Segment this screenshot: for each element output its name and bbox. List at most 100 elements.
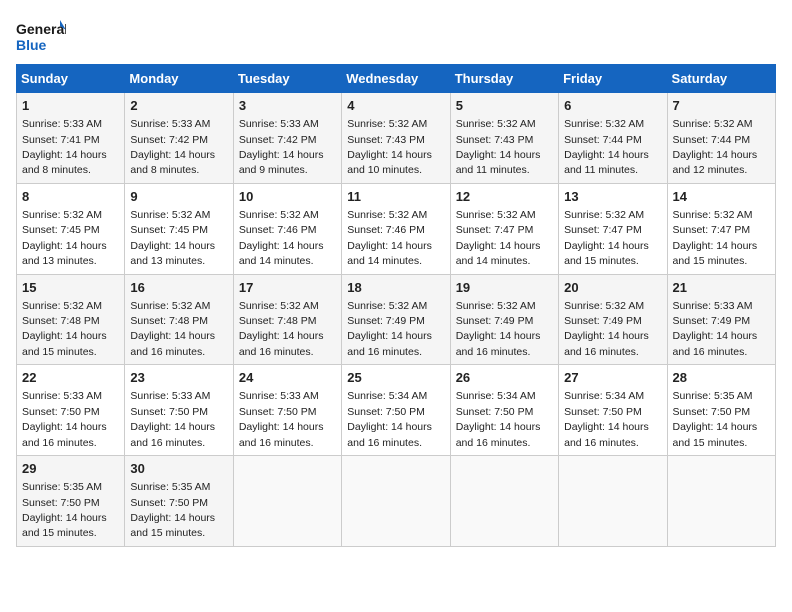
day-sunset: Sunset: 7:50 PM	[130, 406, 208, 418]
day-sunset: Sunset: 7:46 PM	[239, 224, 317, 236]
day-sunset: Sunset: 7:45 PM	[22, 224, 100, 236]
day-sunrise: Sunrise: 5:32 AM	[130, 300, 210, 312]
logo-svg: General Blue	[16, 16, 66, 58]
day-sunrise: Sunrise: 5:35 AM	[130, 481, 210, 493]
svg-text:General: General	[16, 21, 66, 37]
day-number: 26	[456, 369, 553, 387]
calendar-cell: 17 Sunrise: 5:32 AM Sunset: 7:48 PM Dayl…	[233, 274, 341, 365]
header-monday: Monday	[125, 65, 233, 93]
day-sunrise: Sunrise: 5:33 AM	[239, 390, 319, 402]
calendar-cell: 3 Sunrise: 5:33 AM Sunset: 7:42 PM Dayli…	[233, 93, 341, 184]
calendar-cell: 6 Sunrise: 5:32 AM Sunset: 7:44 PM Dayli…	[559, 93, 667, 184]
day-daylight: Daylight: 14 hours and 15 minutes.	[564, 240, 649, 267]
calendar-cell: 5 Sunrise: 5:32 AM Sunset: 7:43 PM Dayli…	[450, 93, 558, 184]
day-daylight: Daylight: 14 hours and 16 minutes.	[347, 330, 432, 357]
day-daylight: Daylight: 14 hours and 8 minutes.	[22, 149, 107, 176]
day-number: 22	[22, 369, 119, 387]
day-number: 6	[564, 97, 661, 115]
day-number: 8	[22, 188, 119, 206]
day-number: 15	[22, 279, 119, 297]
day-sunset: Sunset: 7:42 PM	[239, 134, 317, 146]
calendar-table: SundayMondayTuesdayWednesdayThursdayFrid…	[16, 64, 776, 547]
day-sunrise: Sunrise: 5:32 AM	[673, 118, 753, 130]
day-sunset: Sunset: 7:49 PM	[456, 315, 534, 327]
day-sunset: Sunset: 7:49 PM	[673, 315, 751, 327]
calendar-cell: 1 Sunrise: 5:33 AM Sunset: 7:41 PM Dayli…	[17, 93, 125, 184]
day-number: 21	[673, 279, 770, 297]
day-sunrise: Sunrise: 5:33 AM	[22, 118, 102, 130]
day-sunset: Sunset: 7:49 PM	[564, 315, 642, 327]
day-sunrise: Sunrise: 5:33 AM	[673, 300, 753, 312]
day-number: 29	[22, 460, 119, 478]
day-number: 13	[564, 188, 661, 206]
day-daylight: Daylight: 14 hours and 15 minutes.	[22, 330, 107, 357]
day-number: 27	[564, 369, 661, 387]
calendar-cell: 25 Sunrise: 5:34 AM Sunset: 7:50 PM Dayl…	[342, 365, 450, 456]
day-sunset: Sunset: 7:49 PM	[347, 315, 425, 327]
day-number: 11	[347, 188, 444, 206]
day-number: 30	[130, 460, 227, 478]
day-daylight: Daylight: 14 hours and 16 minutes.	[239, 330, 324, 357]
day-sunrise: Sunrise: 5:35 AM	[673, 390, 753, 402]
calendar-cell: 11 Sunrise: 5:32 AM Sunset: 7:46 PM Dayl…	[342, 183, 450, 274]
day-daylight: Daylight: 14 hours and 15 minutes.	[130, 512, 215, 539]
day-sunrise: Sunrise: 5:32 AM	[673, 209, 753, 221]
calendar-cell: 2 Sunrise: 5:33 AM Sunset: 7:42 PM Dayli…	[125, 93, 233, 184]
day-number: 4	[347, 97, 444, 115]
header-tuesday: Tuesday	[233, 65, 341, 93]
calendar-cell: 18 Sunrise: 5:32 AM Sunset: 7:49 PM Dayl…	[342, 274, 450, 365]
day-number: 16	[130, 279, 227, 297]
day-daylight: Daylight: 14 hours and 13 minutes.	[22, 240, 107, 267]
calendar-header-row: SundayMondayTuesdayWednesdayThursdayFrid…	[17, 65, 776, 93]
calendar-cell: 12 Sunrise: 5:32 AM Sunset: 7:47 PM Dayl…	[450, 183, 558, 274]
calendar-cell: 10 Sunrise: 5:32 AM Sunset: 7:46 PM Dayl…	[233, 183, 341, 274]
day-daylight: Daylight: 14 hours and 9 minutes.	[239, 149, 324, 176]
day-number: 28	[673, 369, 770, 387]
day-sunset: Sunset: 7:50 PM	[239, 406, 317, 418]
day-sunrise: Sunrise: 5:33 AM	[130, 118, 210, 130]
day-number: 23	[130, 369, 227, 387]
day-sunset: Sunset: 7:50 PM	[347, 406, 425, 418]
day-sunrise: Sunrise: 5:34 AM	[456, 390, 536, 402]
day-sunset: Sunset: 7:44 PM	[673, 134, 751, 146]
header-friday: Friday	[559, 65, 667, 93]
calendar-week-row: 1 Sunrise: 5:33 AM Sunset: 7:41 PM Dayli…	[17, 93, 776, 184]
day-sunrise: Sunrise: 5:35 AM	[22, 481, 102, 493]
day-sunset: Sunset: 7:43 PM	[347, 134, 425, 146]
day-sunrise: Sunrise: 5:32 AM	[456, 209, 536, 221]
calendar-cell: 26 Sunrise: 5:34 AM Sunset: 7:50 PM Dayl…	[450, 365, 558, 456]
day-sunrise: Sunrise: 5:32 AM	[347, 209, 427, 221]
day-sunset: Sunset: 7:50 PM	[130, 497, 208, 509]
calendar-cell: 14 Sunrise: 5:32 AM Sunset: 7:47 PM Dayl…	[667, 183, 775, 274]
calendar-week-row: 22 Sunrise: 5:33 AM Sunset: 7:50 PM Dayl…	[17, 365, 776, 456]
calendar-cell: 24 Sunrise: 5:33 AM Sunset: 7:50 PM Dayl…	[233, 365, 341, 456]
day-sunset: Sunset: 7:48 PM	[239, 315, 317, 327]
day-sunset: Sunset: 7:47 PM	[673, 224, 751, 236]
header-wednesday: Wednesday	[342, 65, 450, 93]
day-sunset: Sunset: 7:45 PM	[130, 224, 208, 236]
day-daylight: Daylight: 14 hours and 15 minutes.	[673, 240, 758, 267]
day-daylight: Daylight: 14 hours and 10 minutes.	[347, 149, 432, 176]
header-saturday: Saturday	[667, 65, 775, 93]
header-thursday: Thursday	[450, 65, 558, 93]
day-sunset: Sunset: 7:47 PM	[456, 224, 534, 236]
day-number: 17	[239, 279, 336, 297]
day-daylight: Daylight: 14 hours and 11 minutes.	[564, 149, 649, 176]
calendar-cell: 22 Sunrise: 5:33 AM Sunset: 7:50 PM Dayl…	[17, 365, 125, 456]
day-daylight: Daylight: 14 hours and 16 minutes.	[22, 421, 107, 448]
day-number: 12	[456, 188, 553, 206]
calendar-cell: 13 Sunrise: 5:32 AM Sunset: 7:47 PM Dayl…	[559, 183, 667, 274]
day-sunrise: Sunrise: 5:32 AM	[239, 209, 319, 221]
svg-text:Blue: Blue	[16, 37, 47, 53]
calendar-cell: 16 Sunrise: 5:32 AM Sunset: 7:48 PM Dayl…	[125, 274, 233, 365]
day-sunset: Sunset: 7:50 PM	[564, 406, 642, 418]
header-sunday: Sunday	[17, 65, 125, 93]
calendar-cell: 28 Sunrise: 5:35 AM Sunset: 7:50 PM Dayl…	[667, 365, 775, 456]
day-sunrise: Sunrise: 5:32 AM	[347, 118, 427, 130]
day-daylight: Daylight: 14 hours and 16 minutes.	[456, 330, 541, 357]
calendar-cell	[342, 456, 450, 547]
day-daylight: Daylight: 14 hours and 14 minutes.	[347, 240, 432, 267]
day-sunset: Sunset: 7:43 PM	[456, 134, 534, 146]
calendar-cell	[450, 456, 558, 547]
day-number: 25	[347, 369, 444, 387]
